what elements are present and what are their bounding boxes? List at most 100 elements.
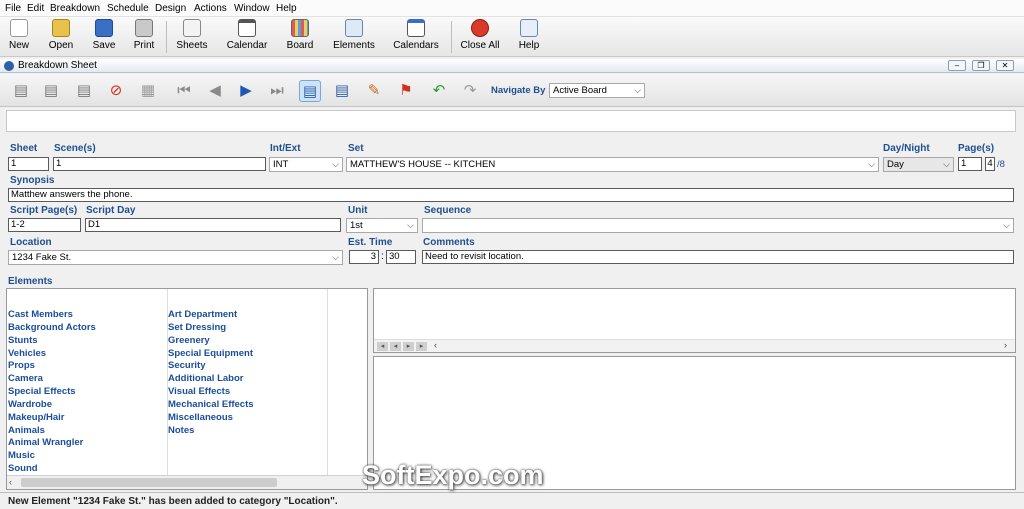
menu-file[interactable]: File [5,3,21,14]
close-all-button[interactable]: Close All [457,19,503,55]
category-visual-effects[interactable]: Visual Effects [168,386,254,399]
category-art-department[interactable]: Art Department [168,309,254,322]
synopsis-label: Synopsis [10,175,55,186]
elements-panel: Cast Members Background Actors Stunts Ve… [6,288,368,490]
last-sheet-icon[interactable]: ⏭ [266,80,288,102]
pages-eighths-input[interactable]: 4 [985,157,995,171]
category-special-equipment[interactable]: Special Equipment [168,348,254,361]
category-additional-labor[interactable]: Additional Labor [168,373,254,386]
sheet-archive-icon[interactable]: ▦ [137,80,159,102]
close-all-icon [471,19,489,37]
sequence-dropdown[interactable]: ⌵ [422,218,1014,233]
elements-button[interactable]: Elements [330,19,378,55]
restore-button[interactable]: ❐ [972,60,990,71]
menu-edit[interactable]: Edit [27,3,44,14]
script-page-input[interactable]: 1-2 [8,218,81,232]
menu-actions[interactable]: Actions [194,3,227,14]
scroll-right-icon[interactable]: › [1004,340,1007,350]
redo-arrow-icon[interactable]: ↷ [459,80,481,102]
synopsis-input[interactable]: Matthew answers the phone. [8,188,1014,202]
category-props[interactable]: Props [8,360,96,373]
sheets-button[interactable]: Sheets [172,19,212,55]
previous-sheet-icon[interactable]: ◀ [204,80,226,102]
int-ext-dropdown[interactable]: INT ⌵ [269,157,343,172]
day-night-label: Day/Night [883,143,930,154]
save-button[interactable]: Save [88,19,120,55]
day-night-dropdown[interactable]: Day ⌵ [883,157,954,172]
est-time-hours-input[interactable]: 3 [349,250,379,264]
calendars-button[interactable]: Calendars [391,19,441,55]
location-dropdown[interactable]: 1234 Fake St. ⌵ [8,250,343,265]
menu-design[interactable]: Design [155,3,186,14]
category-special-effects[interactable]: Special Effects [8,386,96,399]
next-item-icon[interactable]: ▸ [403,342,414,351]
category-stunts[interactable]: Stunts [8,335,96,348]
category-background-actors[interactable]: Background Actors [8,322,96,335]
category-greenery[interactable]: Greenery [168,335,254,348]
category-miscellaneous[interactable]: Miscellaneous [168,412,254,425]
category-security[interactable]: Security [168,360,254,373]
scroll-left-icon[interactable]: ‹ [434,340,437,350]
pages-whole-input[interactable]: 1 [958,157,982,171]
location-label: Location [10,237,52,248]
minimize-button[interactable]: – [948,60,966,71]
previous-item-icon[interactable]: ◂ [390,342,401,351]
menu-window[interactable]: Window [234,3,270,14]
category-animals[interactable]: Animals [8,425,96,438]
close-window-button[interactable]: ✕ [996,60,1014,71]
column-divider [327,289,328,475]
menu-breakdown[interactable]: Breakdown [50,3,100,14]
print-button[interactable]: Print [128,19,160,55]
sheets-icon [183,19,201,37]
window-title: Breakdown Sheet [18,60,97,71]
first-item-icon[interactable]: ◂ [377,342,388,351]
tag-icon[interactable]: ✎ [363,80,385,102]
flag-icon[interactable]: ⚑ [395,80,417,102]
comments-input[interactable]: Need to revisit location. [422,250,1014,264]
sheet-view-icon[interactable]: ▤ [299,80,321,102]
sheet-input[interactable]: 1 [8,157,49,171]
category-wardrobe[interactable]: Wardrobe [8,399,96,412]
set-dropdown[interactable]: MATTHEW'S HOUSE -- KITCHEN ⌵ [346,157,879,172]
first-sheet-icon[interactable]: ⏮ [173,80,195,102]
category-vehicles[interactable]: Vehicles [8,348,96,361]
open-button[interactable]: Open [44,19,78,55]
category-notes[interactable]: Notes [168,425,254,438]
undo-arrow-icon[interactable]: ↶ [428,80,450,102]
scenes-label: Scene(s) [54,143,96,154]
category-music[interactable]: Music [8,450,96,463]
sheet-delete-icon[interactable]: ⊘ [105,80,127,102]
scrollbar-thumb[interactable] [21,478,277,487]
sheet-multi-icon[interactable]: ▤ [73,80,95,102]
calendar-button[interactable]: Calendar [224,19,270,55]
category-animal-wrangler[interactable]: Animal Wrangler [8,437,96,450]
menu-schedule[interactable]: Schedule [107,3,149,14]
help-button[interactable]: Help [514,19,544,55]
navigate-by-dropdown[interactable]: Active Board ⌵ [549,83,645,98]
script-day-input[interactable]: D1 [85,218,341,232]
board-icon [291,19,309,37]
next-sheet-icon[interactable]: ▶ [235,80,257,102]
scenes-input[interactable]: 1 [53,157,266,171]
sheet-list-icon[interactable]: ▤ [331,80,353,102]
last-item-icon[interactable]: ▸ [416,342,427,351]
category-cast-members[interactable]: Cast Members [8,309,96,322]
elements-label: Elements [8,276,53,287]
category-set-dressing[interactable]: Set Dressing [168,322,254,335]
category-mechanical-effects[interactable]: Mechanical Effects [168,399,254,412]
sheet-new-icon[interactable]: ▤ [10,80,32,102]
open-folder-icon [52,19,70,37]
board-button[interactable]: Board [284,19,316,55]
category-camera[interactable]: Camera [8,373,96,386]
est-time-minutes-input[interactable]: 30 [386,250,416,264]
new-button[interactable]: New [4,19,34,55]
chevron-down-icon: ⌵ [1003,220,1010,230]
category-makeup-hair[interactable]: Makeup/Hair [8,412,96,425]
menu-help[interactable]: Help [276,3,297,14]
elements-icon [345,19,363,37]
sheet-copy-icon[interactable]: ▤ [40,80,62,102]
elements-horizontal-scrollbar[interactable]: ‹ [7,475,367,489]
scroll-left-icon[interactable]: ‹ [9,477,12,487]
unit-dropdown[interactable]: 1st ⌵ [346,218,418,233]
chevron-down-icon: ⌵ [943,159,950,169]
